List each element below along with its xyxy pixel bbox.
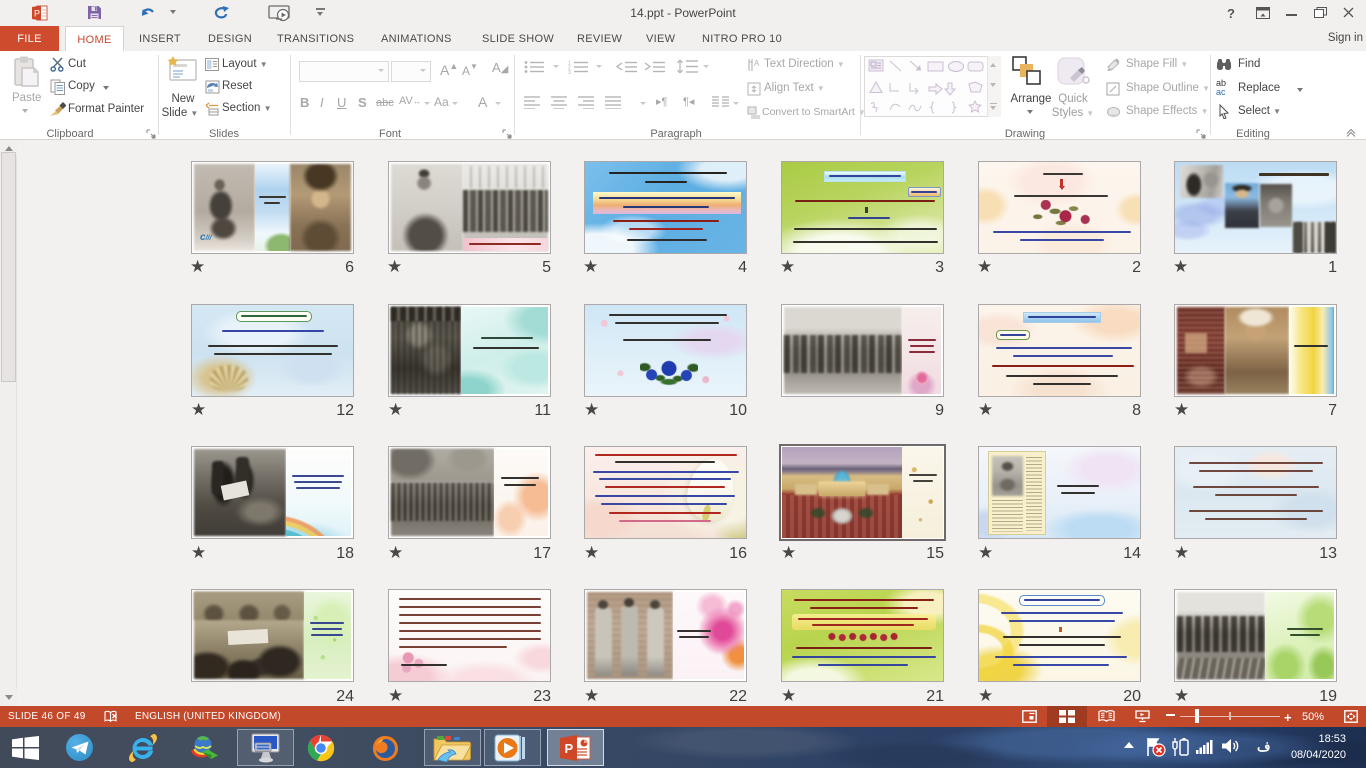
svg-text:P: P [565, 741, 574, 756]
svg-text:3: 3 [568, 70, 571, 74]
svg-text:P: P [34, 9, 40, 19]
svg-text:A: A [754, 59, 760, 68]
